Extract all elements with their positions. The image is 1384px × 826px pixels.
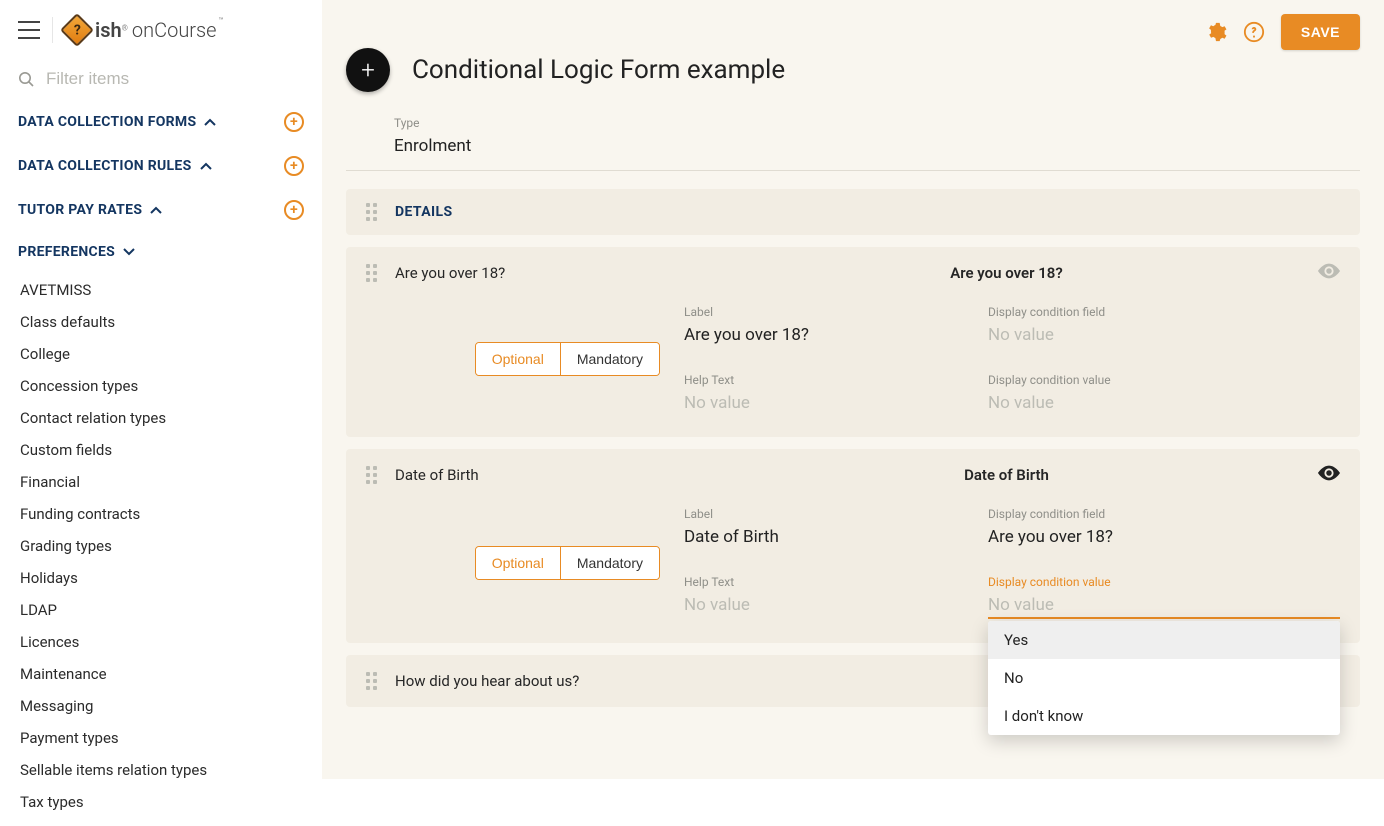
sidebar-item-holidays[interactable]: Holidays (0, 562, 322, 594)
preferences-list: AVETMISSClass defaultsCollegeConcession … (0, 272, 322, 826)
add-form-button[interactable]: + (284, 112, 304, 132)
sidebar-item-payment-types[interactable]: Payment types (0, 722, 322, 754)
field-name: Are you over 18? (395, 264, 695, 282)
nav-section-label: DATA COLLECTION FORMS (18, 114, 196, 130)
help-text-label: Help Text (684, 575, 964, 589)
nav-section-label: DATA COLLECTION RULES (18, 158, 192, 174)
chevron-up-icon (150, 202, 162, 218)
dropdown-option[interactable]: Yes (988, 621, 1340, 659)
sidebar-item-funding-contracts[interactable]: Funding contracts (0, 498, 322, 530)
chevron-down-icon (123, 244, 135, 260)
sidebar-item-sellable-items-relation-types[interactable]: Sellable items relation types (0, 754, 322, 786)
condition-field-value[interactable]: Are you over 18? (988, 527, 1340, 547)
sidebar-item-financial[interactable]: Financial (0, 466, 322, 498)
settings-icon[interactable] (1205, 21, 1227, 43)
sidebar-item-messaging[interactable]: Messaging (0, 690, 322, 722)
chevron-up-icon (204, 114, 216, 130)
vertical-divider (52, 17, 53, 43)
registered-mark: ® (122, 24, 128, 33)
condition-value-value[interactable]: No value (988, 393, 1340, 413)
field-name: How did you hear about us? (395, 672, 695, 690)
field-title: Are you over 18? (713, 264, 1300, 282)
drag-handle-icon[interactable] (366, 672, 377, 690)
visibility-toggle-icon[interactable] (1318, 263, 1340, 283)
trademark-mark: ™ (219, 16, 224, 25)
field-name: Date of Birth (395, 466, 695, 484)
sidebar-item-concession-types[interactable]: Concession types (0, 370, 322, 402)
label-label: Label (684, 305, 964, 319)
sidebar-item-grading-types[interactable]: Grading types (0, 530, 322, 562)
type-label: Type (394, 116, 1360, 130)
sidebar: ? ish® onCourse™ DATA COLLECTION FORMS +… (0, 0, 322, 779)
condition-value-label: Display condition value (988, 373, 1340, 387)
sidebar-item-maintenance[interactable]: Maintenance (0, 658, 322, 690)
details-heading: DETAILS (395, 204, 453, 220)
sidebar-item-ldap[interactable]: LDAP (0, 594, 322, 626)
drag-handle-icon[interactable] (366, 264, 377, 282)
add-payrate-button[interactable]: + (284, 200, 304, 220)
nav-section-data-collection-forms[interactable]: DATA COLLECTION FORMS + (0, 100, 322, 144)
save-button[interactable]: SAVE (1281, 14, 1360, 50)
nav-section-label: TUTOR PAY RATES (18, 202, 142, 218)
dropdown-option[interactable]: No (988, 659, 1340, 697)
chevron-up-icon (200, 158, 212, 174)
sidebar-item-college[interactable]: College (0, 338, 322, 370)
sidebar-item-custom-fields[interactable]: Custom fields (0, 434, 322, 466)
sidebar-item-avetmiss[interactable]: AVETMISS (0, 274, 322, 306)
field-title: Date of Birth (713, 466, 1300, 484)
brand-primary: ish (95, 18, 122, 42)
label-value[interactable]: Date of Birth (684, 527, 964, 547)
help-icon[interactable] (1243, 21, 1265, 43)
condition-value-dropdown[interactable]: YesNoI don't know (988, 621, 1340, 735)
nav-section-label: PREFERENCES (18, 244, 115, 260)
details-section-header[interactable]: DETAILS (346, 189, 1360, 235)
help-text-value[interactable]: No value (684, 595, 964, 615)
dropdown-option[interactable]: I don't know (988, 697, 1340, 735)
search-icon (18, 71, 34, 87)
main-content: SAVE + Conditional Logic Form example Ty… (322, 0, 1384, 779)
active-field-underline (988, 617, 1340, 619)
condition-field-label: Display condition field (988, 305, 1340, 319)
sidebar-item-licences[interactable]: Licences (0, 626, 322, 658)
label-value[interactable]: Are you over 18? (684, 325, 964, 345)
nav-section-preferences[interactable]: PREFERENCES (0, 232, 322, 272)
optional-button[interactable]: Optional (476, 343, 560, 375)
mandatory-button[interactable]: Mandatory (561, 343, 659, 375)
app-logo: ? ish® onCourse™ (65, 18, 222, 42)
field-card: Date of Birth Date of Birth Label Date o… (346, 449, 1360, 643)
menu-icon[interactable] (18, 21, 40, 39)
visibility-toggle-icon[interactable] (1318, 465, 1340, 485)
condition-field-value[interactable]: No value (988, 325, 1340, 345)
drag-handle-icon[interactable] (366, 466, 377, 484)
sidebar-item-contact-relation-types[interactable]: Contact relation types (0, 402, 322, 434)
brand-secondary: onCourse (132, 18, 217, 42)
condition-value-input[interactable]: No value (988, 595, 1340, 615)
add-field-fab[interactable]: + (346, 48, 390, 92)
nav-section-data-collection-rules[interactable]: DATA COLLECTION RULES + (0, 144, 322, 188)
logo-badge-icon: ? (60, 13, 94, 47)
mandatory-button[interactable]: Mandatory (561, 547, 659, 579)
field-card: Are you over 18? Are you over 18? Label … (346, 247, 1360, 437)
type-value: Enrolment (394, 136, 1360, 156)
filter-input[interactable] (44, 68, 304, 90)
sidebar-item-tax-types[interactable]: Tax types (0, 786, 322, 818)
drag-handle-icon[interactable] (366, 203, 377, 221)
requirement-toggle[interactable]: Optional Mandatory (475, 546, 660, 580)
label-label: Label (684, 507, 964, 521)
page-title: Conditional Logic Form example (412, 55, 785, 85)
help-text-label: Help Text (684, 373, 964, 387)
add-rule-button[interactable]: + (284, 156, 304, 176)
condition-field-label: Display condition field (988, 507, 1340, 521)
optional-button[interactable]: Optional (476, 547, 560, 579)
nav-section-tutor-pay-rates[interactable]: TUTOR PAY RATES + (0, 188, 322, 232)
sidebar-item-class-defaults[interactable]: Class defaults (0, 306, 322, 338)
requirement-toggle[interactable]: Optional Mandatory (475, 342, 660, 376)
condition-value-label: Display condition value (988, 575, 1340, 589)
help-text-value[interactable]: No value (684, 393, 964, 413)
